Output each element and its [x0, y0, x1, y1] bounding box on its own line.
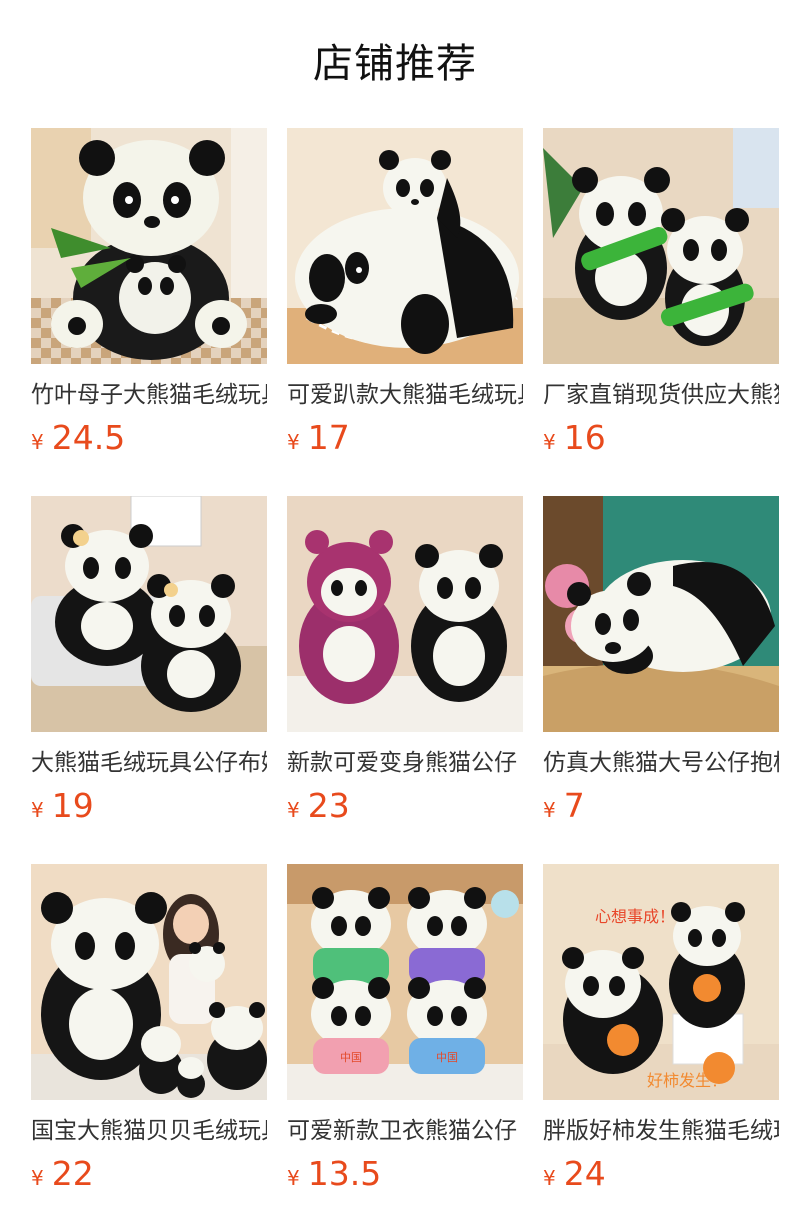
currency-symbol: ¥	[31, 430, 44, 454]
hoodie-text: 中国	[436, 1051, 458, 1064]
price-value: 23	[307, 786, 350, 825]
product-name[interactable]: 可爱趴款大熊猫毛绒玩具	[287, 378, 523, 412]
product-image[interactable]	[31, 496, 267, 732]
product-card[interactable]: 国宝大熊猫贝贝毛绒玩具 ¥22	[31, 864, 267, 1194]
product-image[interactable]	[287, 496, 523, 732]
product-card[interactable]: 厂家直销现货供应大熊猫 ¥16	[543, 128, 779, 458]
panda-plush-image	[543, 496, 779, 732]
product-price: ¥24	[543, 1152, 606, 1196]
price-value: 22	[51, 1154, 94, 1193]
panda-plush-image	[543, 128, 779, 364]
product-price: ¥16	[543, 416, 606, 460]
currency-symbol: ¥	[287, 798, 300, 822]
section-title: 店铺推荐	[313, 41, 477, 87]
product-image[interactable]: 心想事成！ 好柿发生！	[543, 864, 779, 1100]
product-card[interactable]: 大熊猫毛绒玩具公仔布娃娃 ¥19	[31, 496, 267, 826]
price-value: 16	[563, 418, 606, 457]
product-name[interactable]: 新款可爱变身熊猫公仔	[287, 746, 523, 780]
panda-plush-image	[31, 128, 267, 364]
price-value: 13.5	[307, 1154, 382, 1193]
currency-symbol: ¥	[287, 430, 300, 454]
panda-plush-image: 中国 中国	[287, 864, 523, 1100]
product-price: ¥24.5	[31, 416, 125, 460]
product-price: ¥17	[287, 416, 350, 460]
product-name[interactable]: 胖版好柿发生熊猫毛绒玩具	[543, 1114, 779, 1148]
panda-plush-image: 心想事成！ 好柿发生！	[543, 864, 779, 1100]
currency-symbol: ¥	[543, 1166, 556, 1190]
panda-plush-image	[287, 496, 523, 732]
product-image[interactable]	[31, 864, 267, 1100]
price-value: 7	[563, 786, 585, 825]
product-card[interactable]: 新款可爱变身熊猫公仔 ¥23	[287, 496, 523, 826]
panda-plush-image	[31, 496, 267, 732]
product-price: ¥7	[543, 784, 585, 828]
product-price: ¥23	[287, 784, 350, 828]
currency-symbol: ¥	[543, 430, 556, 454]
price-value: 19	[51, 786, 94, 825]
panda-plush-image	[287, 128, 523, 364]
price-value: 17	[307, 418, 350, 457]
product-image[interactable]: 中国 中国	[287, 864, 523, 1100]
currency-symbol: ¥	[31, 798, 44, 822]
product-price: ¥22	[31, 1152, 94, 1196]
product-card[interactable]: 中国 中国 可爱新款卫衣熊猫公仔 ¥13.5	[287, 864, 523, 1194]
product-name[interactable]: 可爱新款卫衣熊猫公仔	[287, 1114, 523, 1148]
promo-text-top: 心想事成！	[595, 907, 675, 926]
product-card[interactable]: 可爱趴款大熊猫毛绒玩具 ¥17	[287, 128, 523, 458]
product-price: ¥13.5	[287, 1152, 381, 1196]
product-image[interactable]	[31, 128, 267, 364]
product-name[interactable]: 仿真大熊猫大号公仔抱枕	[543, 746, 779, 780]
product-price: ¥19	[31, 784, 94, 828]
product-card[interactable]: 心想事成！ 好柿发生！ 胖版好柿发生熊猫毛绒玩具 ¥24	[543, 864, 779, 1194]
product-card[interactable]: 仿真大熊猫大号公仔抱枕 ¥7	[543, 496, 779, 826]
currency-symbol: ¥	[31, 1166, 44, 1190]
product-name[interactable]: 大熊猫毛绒玩具公仔布娃娃	[31, 746, 267, 780]
panda-plush-image	[31, 864, 267, 1100]
product-name[interactable]: 厂家直销现货供应大熊猫	[543, 378, 779, 412]
hoodie-text: 中国	[340, 1051, 362, 1064]
price-value: 24	[563, 1154, 606, 1193]
price-value: 24.5	[51, 418, 126, 457]
product-image[interactable]	[543, 128, 779, 364]
product-name[interactable]: 竹叶母子大熊猫毛绒玩具	[31, 378, 267, 412]
currency-symbol: ¥	[287, 1166, 300, 1190]
product-image[interactable]	[287, 128, 523, 364]
product-card[interactable]: 竹叶母子大熊猫毛绒玩具 ¥24.5	[31, 128, 267, 458]
promo-text-bottom: 好柿发生！	[647, 1071, 727, 1090]
currency-symbol: ¥	[543, 798, 556, 822]
product-name[interactable]: 国宝大熊猫贝贝毛绒玩具	[31, 1114, 267, 1148]
product-image[interactable]	[543, 496, 779, 732]
